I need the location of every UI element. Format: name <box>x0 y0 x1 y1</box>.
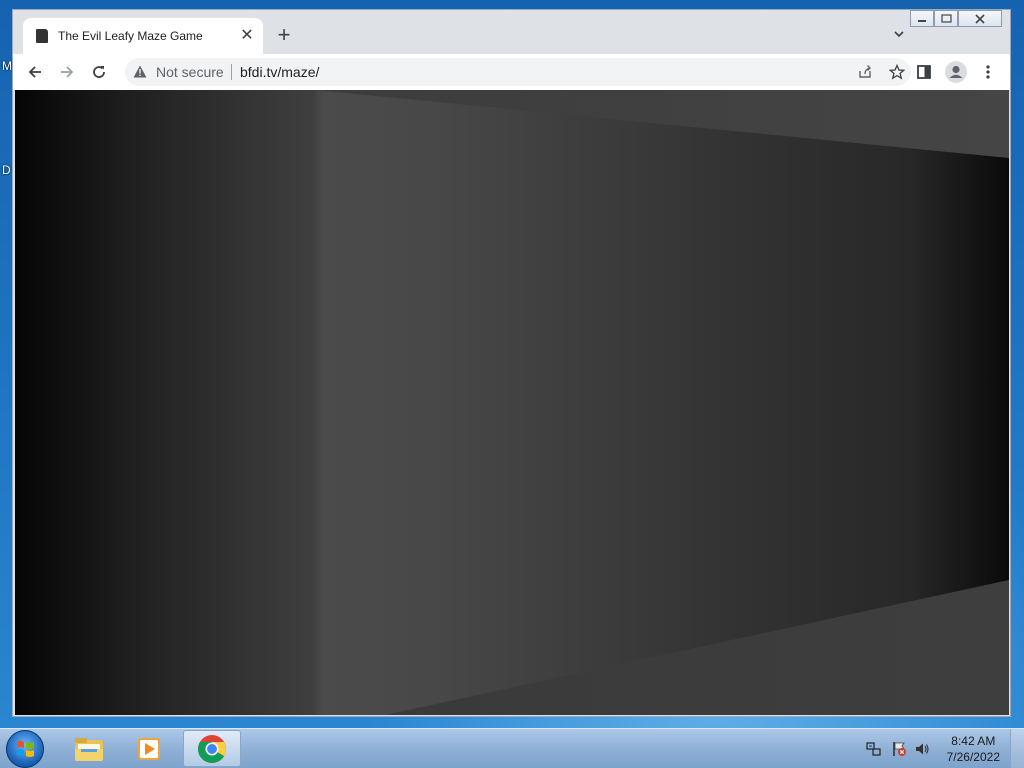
minimize-button[interactable] <box>910 10 934 27</box>
profile-avatar-icon <box>945 61 967 83</box>
close-window-button[interactable] <box>958 10 1002 27</box>
page-favicon-icon <box>36 29 48 43</box>
chrome-menu-button[interactable] <box>974 58 1002 86</box>
side-panel-button[interactable] <box>910 58 938 86</box>
browser-window: The Evil Leafy Maze Game ✕ + Not secure … <box>12 9 1011 717</box>
clock-time: 8:42 AM <box>951 734 996 748</box>
start-button[interactable] <box>6 730 44 768</box>
taskbar: 8:42 AM 7/26/2022 <box>0 728 1024 768</box>
reload-button[interactable] <box>85 58 113 86</box>
forward-arrow-icon <box>61 66 74 78</box>
chrome-icon <box>198 734 226 763</box>
tab-maze-game[interactable]: The Evil Leafy Maze Game ✕ <box>23 18 263 54</box>
desktop-icon-label[interactable]: D <box>2 163 11 177</box>
media-player-icon <box>138 737 160 760</box>
star-icon[interactable] <box>887 62 907 82</box>
forward-button[interactable] <box>53 58 81 86</box>
warning-icon[interactable] <box>133 65 147 83</box>
back-arrow-icon <box>28 66 41 78</box>
side-panel-icon <box>917 65 931 79</box>
network-icon[interactable] <box>866 741 882 757</box>
tab-strip: The Evil Leafy Maze Game ✕ + <box>13 10 1010 54</box>
back-button[interactable] <box>21 58 49 86</box>
security-label[interactable]: Not secure <box>156 64 224 80</box>
clock-date: 7/26/2022 <box>946 750 1000 764</box>
folder-icon <box>75 737 103 761</box>
taskbar-media-player[interactable] <box>120 730 178 767</box>
window-controls <box>910 10 1002 27</box>
taskbar-explorer[interactable] <box>60 730 118 767</box>
share-icon[interactable] <box>855 62 875 82</box>
reload-icon <box>93 66 105 78</box>
tab-search-icon[interactable] <box>892 27 906 44</box>
game-canvas[interactable] <box>15 90 1009 715</box>
tab-title: The Evil Leafy Maze Game <box>58 29 203 43</box>
profile-button[interactable] <box>942 58 970 86</box>
kebab-menu-icon <box>986 65 990 79</box>
tab-close-icon[interactable]: ✕ <box>237 26 257 46</box>
volume-icon[interactable] <box>914 741 930 757</box>
url-text[interactable]: bfdi.tv/maze/ <box>240 64 319 80</box>
taskbar-chrome[interactable] <box>183 730 241 767</box>
address-bar[interactable]: Not secure bfdi.tv/maze/ <box>125 58 911 86</box>
system-clock[interactable]: 8:42 AM 7/26/2022 <box>947 733 1000 765</box>
desktop-icon-label[interactable]: M <box>2 59 12 73</box>
action-center-flag-icon[interactable] <box>891 741 907 757</box>
maze-corridor-scene <box>15 90 1009 715</box>
show-desktop-button[interactable] <box>1010 729 1024 768</box>
browser-toolbar: Not secure bfdi.tv/maze/ <box>13 54 1010 90</box>
new-tab-button[interactable]: + <box>274 24 294 46</box>
omnibox-divider <box>231 64 232 80</box>
windows-logo-icon <box>17 741 34 757</box>
maximize-button[interactable] <box>934 10 958 27</box>
